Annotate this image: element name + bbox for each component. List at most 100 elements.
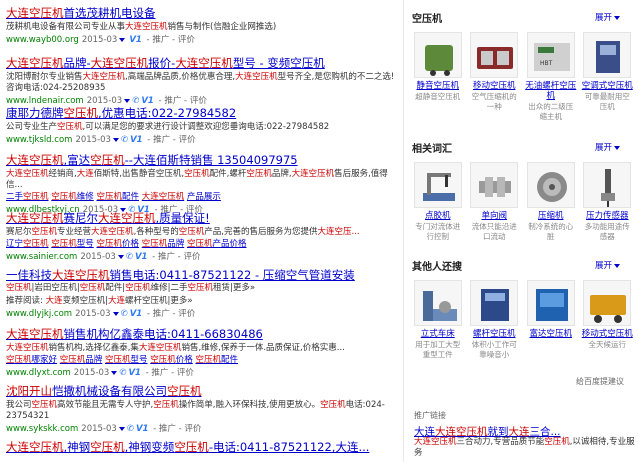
result-tool-promote[interactable]: 推广 <box>153 135 170 145</box>
check-valve-icon[interactable] <box>470 162 519 208</box>
sidebar-card[interactable]: HBT 无油螺杆空压机 出众的二级压缩主机 <box>525 32 577 121</box>
oilfree-screw-compressor-icon[interactable]: HBT <box>526 32 575 78</box>
dropdown-caret-icon[interactable] <box>112 311 119 316</box>
result-tool-promote[interactable]: 推广 <box>159 424 176 434</box>
feedback-link[interactable]: 给百度提建议 <box>576 376 624 387</box>
sidebar-card-name[interactable]: 立式车床 <box>412 329 464 339</box>
sitelink[interactable]: 空压机产品价格 <box>187 239 247 249</box>
dropdown-caret-icon[interactable] <box>112 137 119 142</box>
result-tool-promote[interactable]: 推广 <box>164 96 181 106</box>
result-tool-review[interactable]: 评价 <box>190 96 207 106</box>
pressure-sensor-icon[interactable] <box>583 162 632 208</box>
sidebar-card[interactable]: 移动空压机 空气压缩机的一种 <box>469 32 521 121</box>
sitelink[interactable]: 大连空压机 <box>142 192 185 202</box>
sidebar-card-name[interactable]: 单向阀 <box>469 211 521 221</box>
sidebar-card[interactable]: 点胶机 专门对流体进行控制 <box>412 162 464 241</box>
sidebar-card-name[interactable]: 无油螺杆空压机 <box>525 81 577 101</box>
result-title-link[interactable]: 康耶力德牌空压机,优惠电话:022-27984582 <box>6 106 398 120</box>
sidebar-card-name[interactable]: 移动空压机 <box>469 81 521 91</box>
result-title-link[interactable]: 大连空压机销售机构亿鑫泰电话:0411-66830486 <box>6 327 398 341</box>
dispenser-icon[interactable] <box>413 162 462 208</box>
sidebar-card[interactable]: 移动式空压机 全天候运行 <box>582 280 634 359</box>
v1-certification-badge[interactable]: V1 <box>135 252 148 262</box>
silent-compressor-icon[interactable] <box>413 32 462 78</box>
compressor-icon[interactable] <box>526 162 575 208</box>
expand-link[interactable]: 展开 <box>595 141 622 153</box>
v1-certification-badge[interactable]: V1 <box>128 368 141 378</box>
phone-icon[interactable]: ✆ <box>121 309 128 319</box>
sitelink[interactable]: 空压机型号 <box>105 355 148 365</box>
sidebar-card-name[interactable]: 压力传感器 <box>582 211 634 221</box>
result-title-link[interactable]: 一佳科技大连空压机销售电话:0411-87521122 - 压缩空气管道安装 <box>6 268 398 282</box>
sitelink[interactable]: 空压机配件 <box>195 355 238 365</box>
sidebar-card[interactable]: 立式车床 用于加工大型重型工件 <box>412 280 464 359</box>
v1-certification-badge[interactable]: V1 <box>129 35 142 45</box>
v1-certification-badge[interactable]: V1 <box>130 135 143 145</box>
result-tool-review[interactable]: 评价 <box>184 424 201 434</box>
sidebar-card-name[interactable]: 移动式空压机 <box>582 329 634 339</box>
result-title-link[interactable]: 沈阳开山恺撒机械设备有限公司空压机 <box>6 384 398 398</box>
sidebar-card[interactable]: 富达空压机 <box>525 280 577 359</box>
result-tool-review[interactable]: 评价 <box>183 252 200 262</box>
result-tool-review[interactable]: 评价 <box>179 135 196 145</box>
dropdown-caret-icon[interactable] <box>118 426 125 431</box>
result-title-link[interactable]: 大连空压机品牌-大连空压机报价-大连空压机型号 - 变频空压机 <box>6 56 398 70</box>
sidebar-card[interactable]: 压缩机 制冷系统的心脏 <box>525 162 577 241</box>
phone-icon[interactable]: ✆ <box>121 135 128 145</box>
sidebar-card[interactable]: 空调式空压机 可靠最耐用空压机 <box>582 32 634 121</box>
sitelink[interactable]: 空压机价格 <box>150 355 193 365</box>
v1-certification-badge[interactable]: V1 <box>141 96 154 106</box>
screw-compressor-icon[interactable] <box>470 280 519 326</box>
portable-compressor-icon[interactable] <box>583 280 632 326</box>
sitelink[interactable]: 空压机价格 <box>96 239 139 249</box>
sidebar-card-name[interactable]: 空调式空压机 <box>582 81 634 91</box>
vertical-lathe-icon[interactable] <box>413 280 462 326</box>
dropdown-caret-icon[interactable] <box>111 370 118 375</box>
sitelink[interactable]: 空压机品牌 <box>60 355 103 365</box>
result-tool-promote[interactable]: 推广 <box>152 35 169 45</box>
sitelink[interactable]: 产品展示 <box>187 192 221 202</box>
dropdown-caret-icon[interactable] <box>124 98 131 103</box>
fuda-compressor-icon[interactable] <box>526 280 575 326</box>
sidebar-card-name[interactable]: 富达空压机 <box>525 329 577 339</box>
result-tool-promote[interactable]: 推广 <box>158 252 175 262</box>
sidebar-card-name[interactable]: 螺杆空压机 <box>469 329 521 339</box>
sitelink[interactable]: 空压机配件 <box>96 192 139 202</box>
result-tool-review[interactable]: 评价 <box>178 35 195 45</box>
sidebar-card-name[interactable]: 点胶机 <box>412 211 464 221</box>
text-segment: 销售,维修,保养于一体.品质保证,价格实惠... <box>181 343 345 353</box>
sitelink[interactable]: 空压机型号 <box>51 239 94 249</box>
result-title-link[interactable]: 大连空压机,神钢空压机,神钢变频空压机-电话:0411-87521122,大连.… <box>6 440 398 454</box>
phone-icon[interactable]: ✆ <box>119 368 126 378</box>
sidebar-card[interactable]: 螺杆空压机 体积小工作可靠噪音小 <box>469 280 521 359</box>
expand-link[interactable]: 展开 <box>595 11 622 23</box>
sidebar-card-subtitle: 流体只能沿进口流动 <box>471 222 517 241</box>
result-title-link[interactable]: 大连空压机首选茂耕机电设备 <box>6 6 398 20</box>
result-tool-review[interactable]: 评价 <box>178 309 195 319</box>
sidebar-card-name[interactable]: 静音空压机 <box>412 81 464 91</box>
sitelink[interactable]: 二手空压机 <box>6 192 49 202</box>
sitelink[interactable]: 空压机维修 <box>51 192 94 202</box>
sitelink[interactable]: 空压机哪家好 <box>6 355 57 365</box>
sidebar-card[interactable]: 单向阀 流体只能沿进口流动 <box>469 162 521 241</box>
sitelink[interactable]: 空压机品牌 <box>142 239 185 249</box>
dropdown-caret-icon[interactable] <box>119 37 126 42</box>
result-title-link[interactable]: 大连空压机,富达空压机--大连佰斯特销售 13504097975 <box>6 153 398 167</box>
result-tool-promote[interactable]: 推广 <box>153 309 170 319</box>
result-tool-promote[interactable]: 推广 <box>151 368 168 378</box>
ac-compressor-icon[interactable] <box>583 32 632 78</box>
result-title-link[interactable]: 大连空压机赛尼尔大连空压机,质量保证! <box>6 211 398 225</box>
sidebar-card-name[interactable]: 压缩机 <box>525 211 577 221</box>
v1-certification-badge[interactable]: V1 <box>136 424 149 434</box>
sidebar-card[interactable]: 静音空压机 超静音空压机 <box>412 32 464 121</box>
v1-certification-badge[interactable]: V1 <box>130 309 143 319</box>
dropdown-caret-icon[interactable] <box>117 254 124 259</box>
phone-icon[interactable]: ✆ <box>132 96 139 106</box>
phone-icon[interactable]: ✆ <box>127 424 134 434</box>
phone-icon[interactable]: ✆ <box>126 252 133 262</box>
result-tool-review[interactable]: 评价 <box>177 368 194 378</box>
sidebar-card[interactable]: 压力传感器 多功能用途传感器 <box>582 162 634 241</box>
sitelink[interactable]: 辽宁空压机 <box>6 239 49 249</box>
mobile-compressor-icon[interactable] <box>470 32 519 78</box>
expand-link[interactable]: 展开 <box>595 259 622 271</box>
